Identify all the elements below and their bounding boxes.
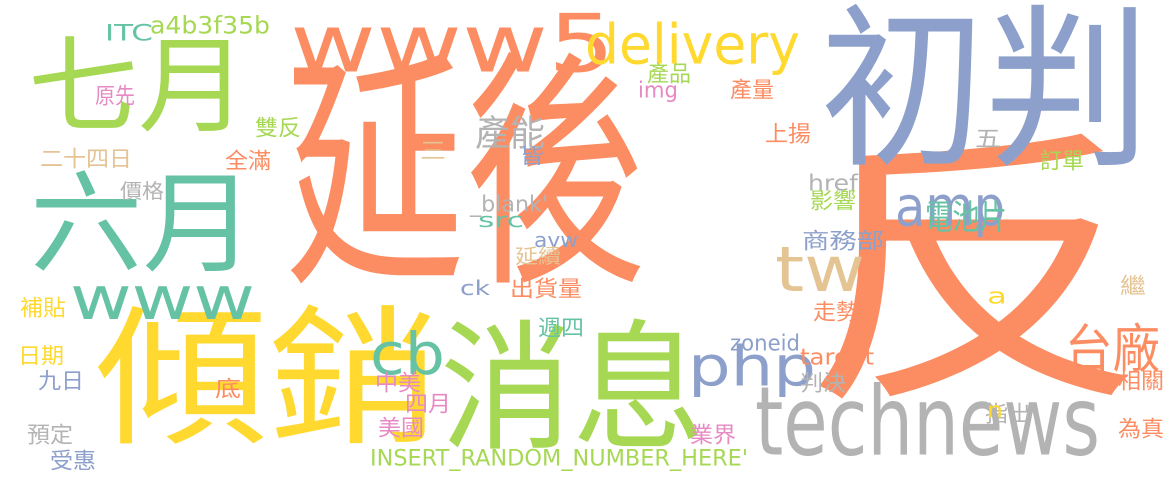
word-49: zoneid xyxy=(730,329,801,356)
word-40: 延續 xyxy=(515,245,561,269)
word-60: 預定 xyxy=(27,421,74,448)
word-61: 業界 xyxy=(690,421,737,448)
word-35: 影響 xyxy=(810,187,857,214)
word-51: target xyxy=(800,343,875,370)
word-38: 商務部 xyxy=(802,227,885,254)
word-62: 為真 xyxy=(1118,415,1165,442)
word-64: INSERT_RANDOM_NUMBER_HERE' xyxy=(370,444,748,471)
word-54: 判決 xyxy=(800,369,847,396)
word-8: www5 xyxy=(290,0,615,91)
word-29: img xyxy=(638,76,678,103)
word-11: delivery xyxy=(585,12,800,77)
word-cloud: 延後反初判 傾銷 消息 七月 六月 www5 technews www delivery tw am… xyxy=(0,0,1175,482)
word-21: 原先 xyxy=(95,82,135,109)
word-25: 三 xyxy=(420,137,447,164)
word-19: a4b3f35b xyxy=(150,12,270,41)
word-17: 電池片 xyxy=(925,198,1007,238)
word-58: n xyxy=(987,396,1003,423)
word-37: src xyxy=(478,209,525,233)
word-23: 二十四日 xyxy=(40,145,133,172)
word-44: a xyxy=(987,282,1007,309)
word-33: 訂單 xyxy=(1040,147,1084,174)
word-20: ITC xyxy=(105,19,153,46)
word-47: 週四 xyxy=(538,314,585,341)
word-50: 九日 xyxy=(38,367,85,394)
word-48: 日期 xyxy=(18,342,65,369)
word-59: 美國 xyxy=(378,414,425,441)
word-32: 五 xyxy=(975,125,1002,152)
word-43: 出貨量 xyxy=(510,275,582,302)
word-53: 底 xyxy=(215,375,242,402)
word-42: ck xyxy=(460,277,491,301)
word-46: 走勢 xyxy=(813,298,860,325)
word-26: 皆 xyxy=(520,145,545,169)
word-22: 雙反 xyxy=(255,114,302,141)
word-30: 產量 xyxy=(730,76,774,103)
word-56: 四月 xyxy=(405,390,452,417)
word-5: 消息 xyxy=(440,308,706,472)
word-27: 價格 xyxy=(120,180,165,204)
word-45: 繼 xyxy=(1120,272,1147,299)
word-10: www xyxy=(70,264,255,335)
word-6: 七月 xyxy=(28,25,249,149)
word-55: 相關 xyxy=(1118,367,1165,394)
word-31: 上揚 xyxy=(765,120,812,147)
word-24: 全滿 xyxy=(225,147,272,174)
word-41: 補貼 xyxy=(20,294,67,321)
word-63: 受惠 xyxy=(50,447,97,474)
